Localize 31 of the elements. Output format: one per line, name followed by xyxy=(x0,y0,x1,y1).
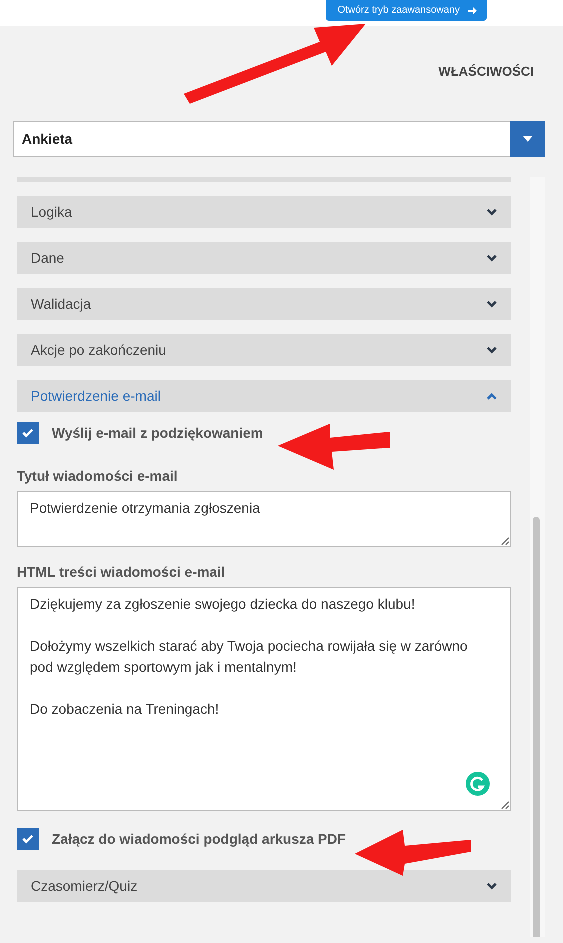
chevron-down-icon xyxy=(487,882,497,890)
chevron-down-icon xyxy=(487,208,497,216)
checkbox-label: Załącz do wiadomości podgląd arkusza PDF xyxy=(52,831,346,847)
section-header[interactable]: Akcje po zakończeniu xyxy=(17,334,511,366)
checkbox[interactable] xyxy=(17,828,39,850)
scrollbar-thumb[interactable] xyxy=(533,517,540,937)
checkbox[interactable] xyxy=(17,422,39,444)
section-header[interactable]: Logika xyxy=(17,196,511,228)
dropdown-toggle-icon[interactable] xyxy=(510,121,545,157)
section-header[interactable]: Dane xyxy=(17,242,511,274)
dropdown-value: Ankieta xyxy=(21,131,74,147)
panel-title: WŁAŚCIWOŚCI xyxy=(438,64,534,80)
arrow-right-icon xyxy=(468,6,477,14)
type-dropdown[interactable]: Ankieta xyxy=(13,121,545,157)
section-header[interactable]: Walidacja xyxy=(17,288,511,320)
chevron-down-icon xyxy=(487,300,497,308)
chevron-up-icon xyxy=(487,392,497,400)
section-header[interactable]: Czasomierz/Quiz xyxy=(17,870,511,902)
check-icon xyxy=(22,428,34,438)
resize-grip-icon[interactable] xyxy=(501,537,509,545)
advanced-mode-button[interactable]: Otwórz tryb zaawansowany xyxy=(326,0,487,21)
checkbox-label: Wyślij e-mail z podziękowaniem xyxy=(52,425,264,441)
section-header[interactable]: Potwierdzenie e-mail xyxy=(17,380,511,412)
field-label: Tytuł wiadomości e-mail xyxy=(17,468,179,484)
resize-grip-icon[interactable] xyxy=(501,801,509,809)
chevron-down-icon xyxy=(487,254,497,262)
chevron-down-icon xyxy=(487,346,497,354)
text-area[interactable]: Dziękujemy za zgłoszenie swojego dziecka do naszego klubu! Dołożymy wszelkich starać aby Twoja pociecha rowijała się w zarówno pod względem sportowym jak i mentalnym! Do zobaczenia na Treningach! xyxy=(17,587,511,811)
field-label: HTML treści wiadomości e-mail xyxy=(17,564,226,580)
check-icon xyxy=(22,834,34,844)
text-area[interactable]: Potwierdzenie otrzymania zgłoszenia xyxy=(17,491,511,547)
